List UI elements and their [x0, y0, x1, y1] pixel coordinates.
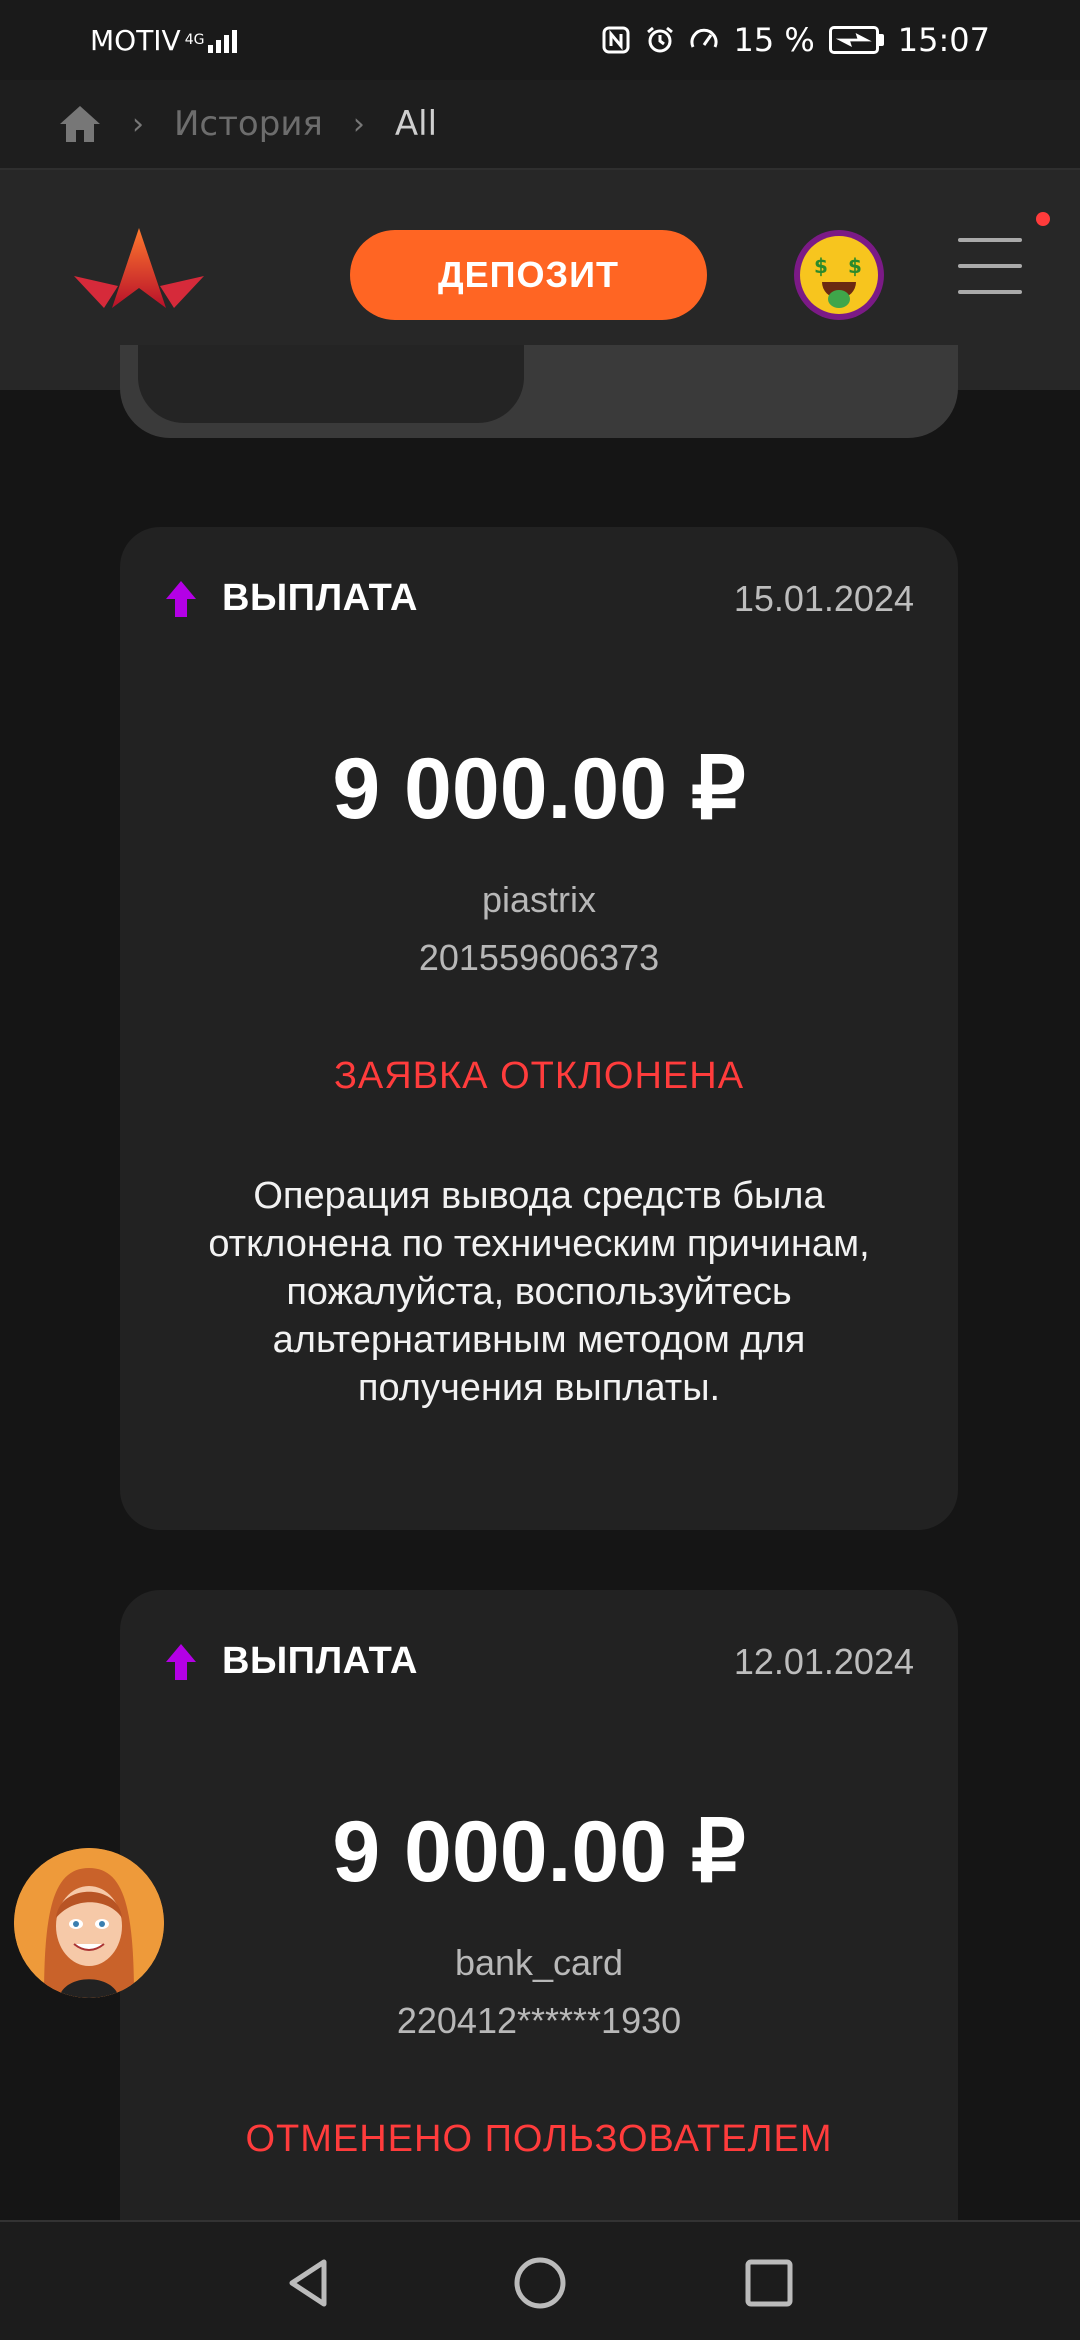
payment-method: piastrix	[481, 879, 597, 920]
transaction-amount: 9 000.00 ₽	[332, 1804, 746, 1900]
breadcrumb: › История › All	[0, 80, 1080, 170]
arrow-up-icon	[166, 580, 196, 617]
speed-icon	[691, 28, 718, 48]
transaction-type: ВЫПЛАТА	[222, 577, 418, 619]
clock: 15:07	[897, 21, 990, 59]
transaction-date: 12.01.2024	[733, 1640, 914, 1682]
support-agent-icon	[14, 1848, 164, 1998]
transaction-date: 15.01.2024	[733, 577, 914, 619]
transaction-amount: 9 000.00 ₽	[332, 741, 746, 837]
nfc-icon	[602, 26, 630, 54]
account-number: 220412******1930	[396, 2000, 682, 2041]
payment-method: bank_card	[454, 1942, 624, 1983]
user-avatar[interactable]: $ $	[794, 230, 884, 320]
chevron-right-icon: ›	[132, 106, 144, 142]
battery-icon	[828, 26, 884, 54]
chevron-right-icon: ›	[352, 106, 365, 142]
deposit-button[interactable]: ДЕПОЗИТ	[350, 230, 707, 320]
money-face-emoji-icon: $ $	[800, 236, 878, 314]
status-text: ОТМЕНЕНО ПОЛЬЗОВАТЕЛЕМ	[245, 2118, 833, 2160]
transaction-type: ВЫПЛАТА	[222, 1640, 418, 1682]
notification-dot	[1036, 212, 1050, 226]
alarm-icon	[647, 26, 674, 53]
breadcrumb-current: All	[394, 104, 438, 144]
home-icon[interactable]	[58, 104, 102, 144]
account-number: 201559606373	[418, 937, 660, 978]
status-text: ЗАЯВКА ОТКЛОНЕНА	[333, 1055, 745, 1097]
battery-percent: 15 %	[733, 21, 815, 59]
arrow-up-icon	[166, 1643, 196, 1680]
home-circle-icon[interactable]	[505, 2248, 575, 2318]
brand-logo[interactable]	[74, 228, 204, 308]
filter-tab-active[interactable]	[138, 345, 524, 423]
transaction-card: ВЫПЛАТА 15.01.2024 9 000.00 ₽ piastrix 2…	[120, 527, 958, 1530]
support-chat-avatar[interactable]	[14, 1848, 164, 1998]
carrier-name: MOTIV	[90, 23, 181, 57]
system-navigation-bar	[0, 2220, 1080, 2340]
filter-tabs	[120, 345, 958, 438]
breadcrumb-history[interactable]: История	[174, 104, 323, 144]
status-message: Операция вывода средств была отклонена п…	[208, 1175, 870, 1409]
recents-square-icon[interactable]	[734, 2248, 804, 2318]
back-triangle-icon[interactable]	[274, 2248, 344, 2318]
signal-icon	[208, 27, 238, 53]
status-bar: MOTIV 4G 15 % 15:07	[0, 0, 1080, 80]
hamburger-menu-icon[interactable]	[958, 238, 1022, 302]
network-type: 4G	[184, 32, 205, 48]
